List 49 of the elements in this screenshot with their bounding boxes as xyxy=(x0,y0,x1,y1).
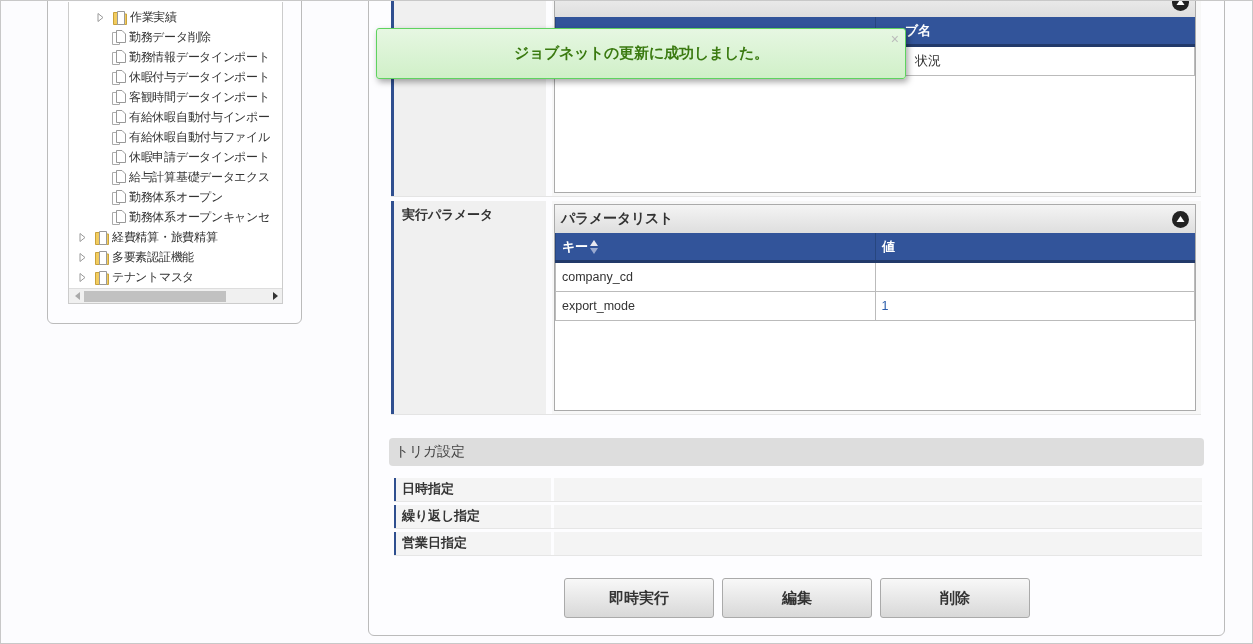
table-cell: company_cd xyxy=(555,261,875,292)
tree-item[interactable]: 有給休暇自動付与インポー xyxy=(69,107,282,127)
document-icon xyxy=(112,169,126,185)
tree-item[interactable]: 有給休暇自動付与ファイル xyxy=(69,127,282,147)
row-label: 日時指定 xyxy=(394,478,551,501)
tree-item[interactable]: 給与計算基礎データエクス xyxy=(69,167,282,187)
document-icon xyxy=(112,29,126,45)
tree-item[interactable]: 勤務体系オープンキャンセ xyxy=(69,207,282,227)
document-icon xyxy=(112,89,126,105)
tree-item[interactable]: 休暇付与データインポート xyxy=(69,67,282,87)
folder-icon xyxy=(95,249,110,265)
tree-item[interactable]: 勤務データ削除 xyxy=(69,27,282,47)
sort-icon[interactable] xyxy=(590,240,598,255)
tree-item[interactable]: 経費精算・旅費精算 xyxy=(69,227,282,247)
tree-item[interactable]: 作業実績 xyxy=(69,7,282,27)
panel-title: パラメータリスト xyxy=(561,210,673,228)
folder-icon xyxy=(113,9,128,25)
expander-icon[interactable] xyxy=(97,12,104,22)
horizontal-scrollbar[interactable] xyxy=(69,288,282,303)
row-label: 営業日指定 xyxy=(394,532,551,555)
tree-item[interactable]: 客観時間データインポート xyxy=(69,87,282,107)
collapse-icon[interactable] xyxy=(1172,210,1189,228)
tree-item[interactable]: 多要素認証機能 xyxy=(69,247,282,267)
document-icon xyxy=(112,49,126,65)
scroll-left-icon[interactable] xyxy=(75,292,80,300)
row-label: 実行パラメータ xyxy=(391,201,546,414)
tree-item[interactable]: 休暇申請データインポート xyxy=(69,147,282,167)
action-button[interactable]: 即時実行 xyxy=(564,578,714,618)
tree-item[interactable]: テナントマスタ xyxy=(69,267,282,287)
folder-icon xyxy=(95,269,110,285)
document-icon xyxy=(112,149,126,165)
tree-item[interactable]: 勤務体系オープン xyxy=(69,187,282,207)
document-icon xyxy=(112,189,126,205)
document-icon xyxy=(112,109,126,125)
column-header: 値 xyxy=(875,233,1195,262)
scroll-right-icon[interactable] xyxy=(273,292,278,300)
column-header[interactable]: キー xyxy=(555,233,875,262)
row-label: 繰り返し指定 xyxy=(394,505,551,528)
toast-message: ジョブネットの更新に成功しました。 xyxy=(513,44,769,63)
action-button[interactable]: 削除 xyxy=(880,578,1030,618)
tree-item[interactable]: 勤務情報データインポート xyxy=(69,47,282,67)
document-icon xyxy=(112,69,126,85)
document-icon xyxy=(112,129,126,145)
table-cell: export_mode xyxy=(555,291,875,321)
section-heading: トリガ設定 xyxy=(389,438,1204,466)
document-icon xyxy=(112,209,126,225)
table-cell: 1 xyxy=(875,291,1195,321)
action-button[interactable]: 編集 xyxy=(722,578,872,618)
folder-icon xyxy=(95,229,110,245)
